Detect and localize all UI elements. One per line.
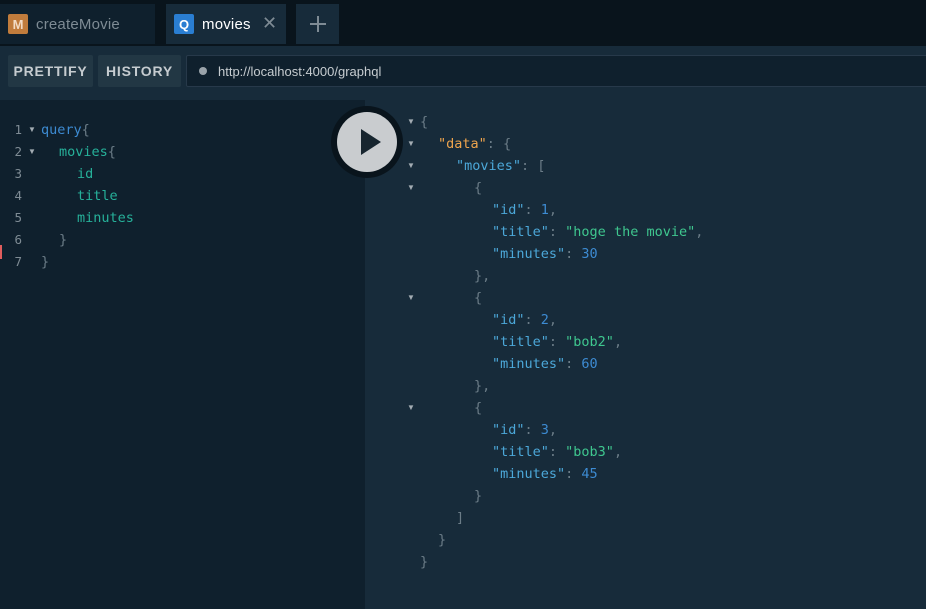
movies-field: movies xyxy=(59,144,108,160)
close-icon[interactable]: ✕ xyxy=(262,14,277,32)
tab-label: movies xyxy=(202,15,251,33)
line-number: 2 xyxy=(14,144,22,159)
code-line: id xyxy=(77,163,93,185)
result-line: "minutes": 45 xyxy=(492,466,598,482)
id-key: "id" xyxy=(492,202,525,218)
result-line: } xyxy=(420,554,429,570)
tab-bar: M createMovie Q movies ✕ xyxy=(0,0,926,46)
id-value: 3 xyxy=(540,422,549,438)
punct: : { xyxy=(486,136,512,152)
title-value: "bob2" xyxy=(565,334,614,350)
minutes-field: minutes xyxy=(77,210,134,226)
code-line: minutes xyxy=(77,207,134,229)
brace: { xyxy=(107,144,116,160)
query-badge-icon: Q xyxy=(174,14,194,34)
id-field: id xyxy=(77,166,94,182)
line-number: 4 xyxy=(14,188,22,203)
id-value: 1 xyxy=(540,202,549,218)
plus-icon xyxy=(309,16,326,32)
minutes-value: 60 xyxy=(581,356,598,372)
result-line: ] xyxy=(456,510,465,526)
title-field: title xyxy=(77,188,118,204)
line-number: 1 xyxy=(14,122,22,137)
toolbar: PRETTIFY HISTORY http://localhost:4000/g… xyxy=(0,46,926,100)
data-key: "data" xyxy=(438,136,487,152)
add-tab-button[interactable] xyxy=(296,4,339,44)
minutes-key: "minutes" xyxy=(492,466,566,482)
result-line: "minutes": 30 xyxy=(492,246,598,262)
query-editor[interactable]: 1 ▼ query{ 2 ▼ movies{ 3 id 4 title 5 mi… xyxy=(0,100,365,609)
mutation-badge-icon: M xyxy=(8,14,28,34)
result-line: "title": "hoge the movie", xyxy=(492,224,704,240)
code-line: } xyxy=(41,251,49,273)
minutes-value: 45 xyxy=(581,466,598,482)
minutes-value: 30 xyxy=(581,246,598,262)
play-icon xyxy=(361,129,381,155)
tab-label: createMovie xyxy=(36,15,120,33)
prettify-button[interactable]: PRETTIFY xyxy=(8,55,93,87)
line-number: 6 xyxy=(14,232,22,247)
status-dot-icon xyxy=(199,67,207,75)
result-line: "title": "bob3", xyxy=(492,444,623,460)
brace: { xyxy=(420,114,429,130)
id-key: "id" xyxy=(492,422,525,438)
endpoint-url-text: http://localhost:4000/graphql xyxy=(218,63,382,79)
result-line: "id": 3, xyxy=(492,422,558,438)
title-key: "title" xyxy=(492,224,549,240)
fold-arrow-icon[interactable]: ▼ xyxy=(28,141,36,163)
run-button-ring xyxy=(331,106,403,178)
result-line: "title": "bob2", xyxy=(492,334,623,350)
run-button[interactable] xyxy=(337,112,397,172)
history-button[interactable]: HISTORY xyxy=(98,55,181,87)
query-keyword: query xyxy=(41,122,82,138)
title-key: "title" xyxy=(492,334,549,350)
minutes-key: "minutes" xyxy=(492,246,566,262)
minutes-key: "minutes" xyxy=(492,356,566,372)
result-line: } xyxy=(438,532,447,548)
result-line: "movies": [ xyxy=(456,155,545,177)
code-line: query{ xyxy=(41,119,90,141)
code-line: movies{ xyxy=(59,141,116,163)
brace: { xyxy=(81,122,90,138)
line-number: 3 xyxy=(14,166,22,181)
result-line: { xyxy=(474,180,483,196)
result-line: "id": 2, xyxy=(492,312,558,328)
line-number: 5 xyxy=(14,210,22,225)
result-line: "data": { xyxy=(438,133,511,155)
code-line: } xyxy=(59,229,67,251)
fold-arrow-icon[interactable]: ▼ xyxy=(407,287,415,309)
result-line: }, xyxy=(474,378,491,394)
result-line: } xyxy=(474,488,483,504)
result-line: "minutes": 60 xyxy=(492,356,598,372)
code-line: title xyxy=(77,185,118,207)
result-line: }, xyxy=(474,268,491,284)
punct: : [ xyxy=(521,158,546,174)
movies-key: "movies" xyxy=(456,158,522,174)
result-line: "id": 1, xyxy=(492,202,558,218)
fold-arrow-icon[interactable]: ▼ xyxy=(407,133,415,155)
brace: } xyxy=(59,232,68,248)
fold-arrow-icon[interactable]: ▼ xyxy=(407,155,415,177)
tab-movies[interactable]: Q movies ✕ xyxy=(166,4,286,44)
result-line: { xyxy=(474,290,483,306)
title-value: "hoge the movie" xyxy=(565,224,696,240)
result-line: { xyxy=(420,111,428,133)
line-number: 7 xyxy=(14,254,22,269)
fold-arrow-icon[interactable]: ▼ xyxy=(28,119,36,141)
title-key: "title" xyxy=(492,444,549,460)
tab-createmovie[interactable]: M createMovie xyxy=(0,4,155,44)
fold-arrow-icon[interactable]: ▼ xyxy=(407,397,415,419)
fold-arrow-icon[interactable]: ▼ xyxy=(407,111,415,133)
result-viewer: ▼ { ▼ "data": { ▼ "movies": [ ▼ { "id": … xyxy=(365,100,926,609)
fold-arrow-icon[interactable]: ▼ xyxy=(407,177,415,199)
result-line: { xyxy=(474,400,483,416)
title-value: "bob3" xyxy=(565,444,614,460)
id-key: "id" xyxy=(492,312,525,328)
brace: } xyxy=(41,254,50,270)
id-value: 2 xyxy=(540,312,549,328)
endpoint-url-input[interactable]: http://localhost:4000/graphql xyxy=(186,55,926,87)
